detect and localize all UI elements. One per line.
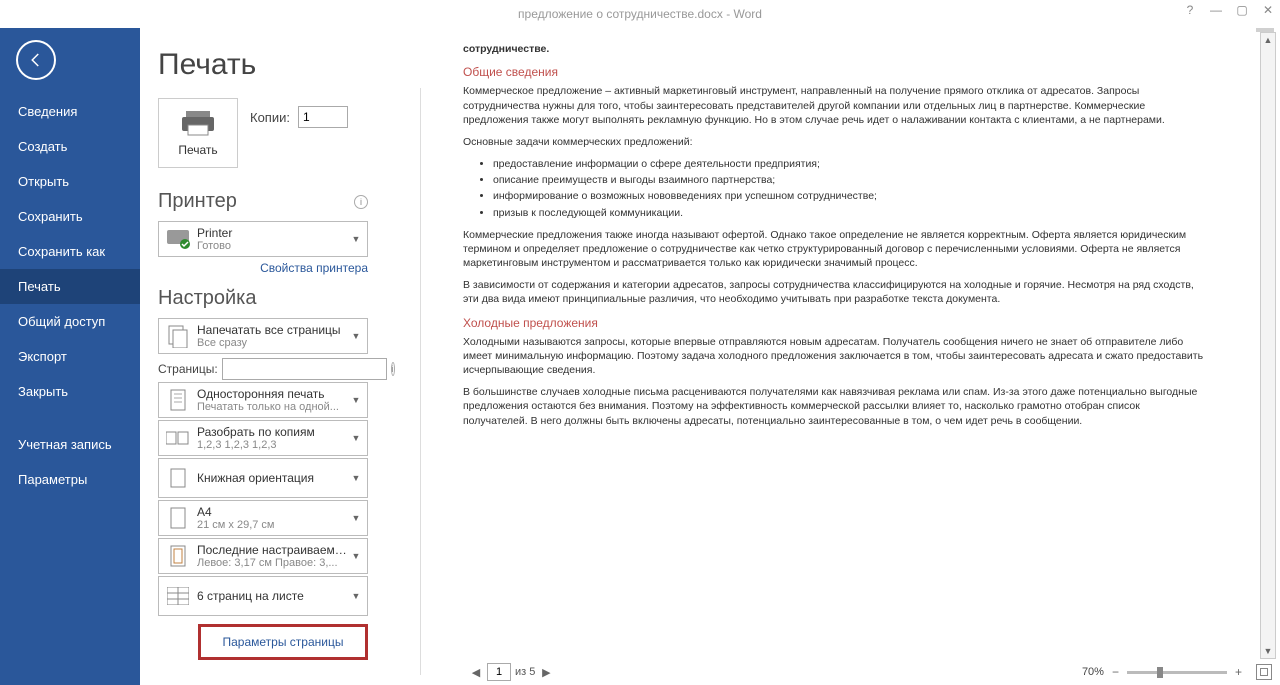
settings-section-heading: Настройка bbox=[158, 287, 368, 310]
printer-status-icon bbox=[165, 226, 191, 252]
pages-icon bbox=[165, 323, 191, 349]
copies-input[interactable] bbox=[298, 106, 348, 128]
title-bar: предложение о сотрудничестве.docx - Word… bbox=[0, 0, 1280, 28]
preview-bottom-bar: ◀ из 5 ▶ 70% − + bbox=[431, 659, 1280, 685]
printer-properties-link[interactable]: Свойства принтера bbox=[158, 261, 368, 275]
pages-per-sheet-dropdown[interactable]: 6 страниц на листе ▼ bbox=[158, 576, 368, 616]
current-page-input[interactable] bbox=[487, 663, 511, 681]
page-title: Печать bbox=[158, 48, 390, 82]
sidebar-item-close[interactable]: Закрыть bbox=[0, 374, 140, 409]
chevron-down-icon: ▼ bbox=[351, 433, 361, 443]
zoom-slider[interactable] bbox=[1127, 671, 1227, 674]
printer-section-heading: Принтер i bbox=[158, 190, 368, 213]
copies-label: Копии: bbox=[250, 110, 290, 125]
one-sided-icon bbox=[165, 387, 191, 413]
printer-icon bbox=[182, 109, 214, 137]
sidebar-item-new[interactable]: Создать bbox=[0, 129, 140, 164]
chevron-down-icon: ▼ bbox=[351, 395, 361, 405]
sidebar-item-save[interactable]: Сохранить bbox=[0, 199, 140, 234]
backstage-sidebar: Сведения Создать Открыть Сохранить Сохра… bbox=[0, 28, 140, 685]
page-icon bbox=[165, 505, 191, 531]
document-title: предложение о сотрудничестве.docx - Word bbox=[518, 7, 762, 21]
collate-icon bbox=[165, 425, 191, 451]
page-navigator: ◀ из 5 ▶ bbox=[469, 663, 553, 681]
chevron-down-icon: ▼ bbox=[351, 331, 361, 341]
chevron-down-icon: ▼ bbox=[351, 513, 361, 523]
page-count-label: из 5 bbox=[515, 666, 535, 678]
chevron-down-icon: ▼ bbox=[351, 551, 361, 561]
sidebar-item-share[interactable]: Общий доступ bbox=[0, 304, 140, 339]
print-preview-area: сотрудничестве. Общие сведения Коммерчес… bbox=[431, 28, 1280, 685]
prev-page-button[interactable]: ◀ bbox=[469, 663, 483, 681]
chevron-down-icon: ▼ bbox=[351, 473, 361, 483]
close-icon[interactable]: ✕ bbox=[1262, 4, 1274, 16]
info-icon[interactable]: i bbox=[391, 362, 395, 376]
help-icon[interactable]: ? bbox=[1184, 4, 1196, 16]
collate-dropdown[interactable]: Разобрать по копиям 1,2,3 1,2,3 1,2,3 ▼ bbox=[158, 420, 368, 456]
chevron-down-icon: ▼ bbox=[351, 591, 361, 601]
sidebar-item-options[interactable]: Параметры bbox=[0, 462, 140, 497]
print-range-dropdown[interactable]: Напечатать все страницы Все сразу ▼ bbox=[158, 318, 368, 354]
preview-scrollbar[interactable]: ▲ ▼ bbox=[1260, 32, 1276, 659]
sidebar-item-info[interactable]: Сведения bbox=[0, 94, 140, 129]
portrait-icon bbox=[165, 465, 191, 491]
zoom-percent[interactable]: 70% bbox=[1082, 666, 1104, 678]
chevron-down-icon: ▼ bbox=[351, 234, 361, 244]
window-controls: ? — ▢ ✕ bbox=[1184, 4, 1274, 16]
back-button[interactable] bbox=[16, 40, 56, 80]
printer-dropdown[interactable]: Printer Готово ▼ bbox=[158, 221, 368, 257]
sidebar-item-print[interactable]: Печать bbox=[0, 269, 140, 304]
info-icon[interactable]: i bbox=[354, 195, 368, 209]
print-button-label: Печать bbox=[178, 143, 217, 157]
pages-input[interactable] bbox=[222, 358, 387, 380]
sidebar-item-account[interactable]: Учетная запись bbox=[0, 427, 140, 462]
sidebar-item-saveas[interactable]: Сохранить как bbox=[0, 234, 140, 269]
document-preview: сотрудничестве. Общие сведения Коммерчес… bbox=[445, 32, 1260, 664]
sidebar-item-open[interactable]: Открыть bbox=[0, 164, 140, 199]
scroll-up-icon[interactable]: ▲ bbox=[1261, 33, 1275, 47]
orientation-dropdown[interactable]: Книжная ориентация ▼ bbox=[158, 458, 368, 498]
minimize-icon[interactable]: — bbox=[1210, 4, 1222, 16]
restore-icon[interactable]: ▢ bbox=[1236, 4, 1248, 16]
print-button[interactable]: Печать bbox=[158, 98, 238, 168]
paper-size-dropdown[interactable]: A4 21 см x 29,7 см ▼ bbox=[158, 500, 368, 536]
grid-icon bbox=[165, 583, 191, 609]
sides-dropdown[interactable]: Односторонняя печать Печатать только на … bbox=[158, 382, 368, 418]
margins-icon bbox=[165, 543, 191, 569]
zoom-out-button[interactable]: − bbox=[1110, 665, 1121, 679]
pages-label: Страницы: bbox=[158, 362, 218, 376]
page-setup-link[interactable]: Параметры страницы bbox=[198, 624, 368, 660]
vertical-divider bbox=[420, 88, 421, 675]
zoom-controls: 70% − + bbox=[1082, 664, 1272, 680]
print-settings-panel: Печать Печать Копии: Принтер i bbox=[140, 28, 390, 685]
sidebar-item-export[interactable]: Экспорт bbox=[0, 339, 140, 374]
margins-dropdown[interactable]: Последние настраиваемые... Левое: 3,17 с… bbox=[158, 538, 368, 574]
next-page-button[interactable]: ▶ bbox=[539, 663, 553, 681]
zoom-in-button[interactable]: + bbox=[1233, 665, 1244, 679]
scroll-down-icon[interactable]: ▼ bbox=[1261, 644, 1275, 658]
zoom-fit-button[interactable] bbox=[1256, 664, 1272, 680]
